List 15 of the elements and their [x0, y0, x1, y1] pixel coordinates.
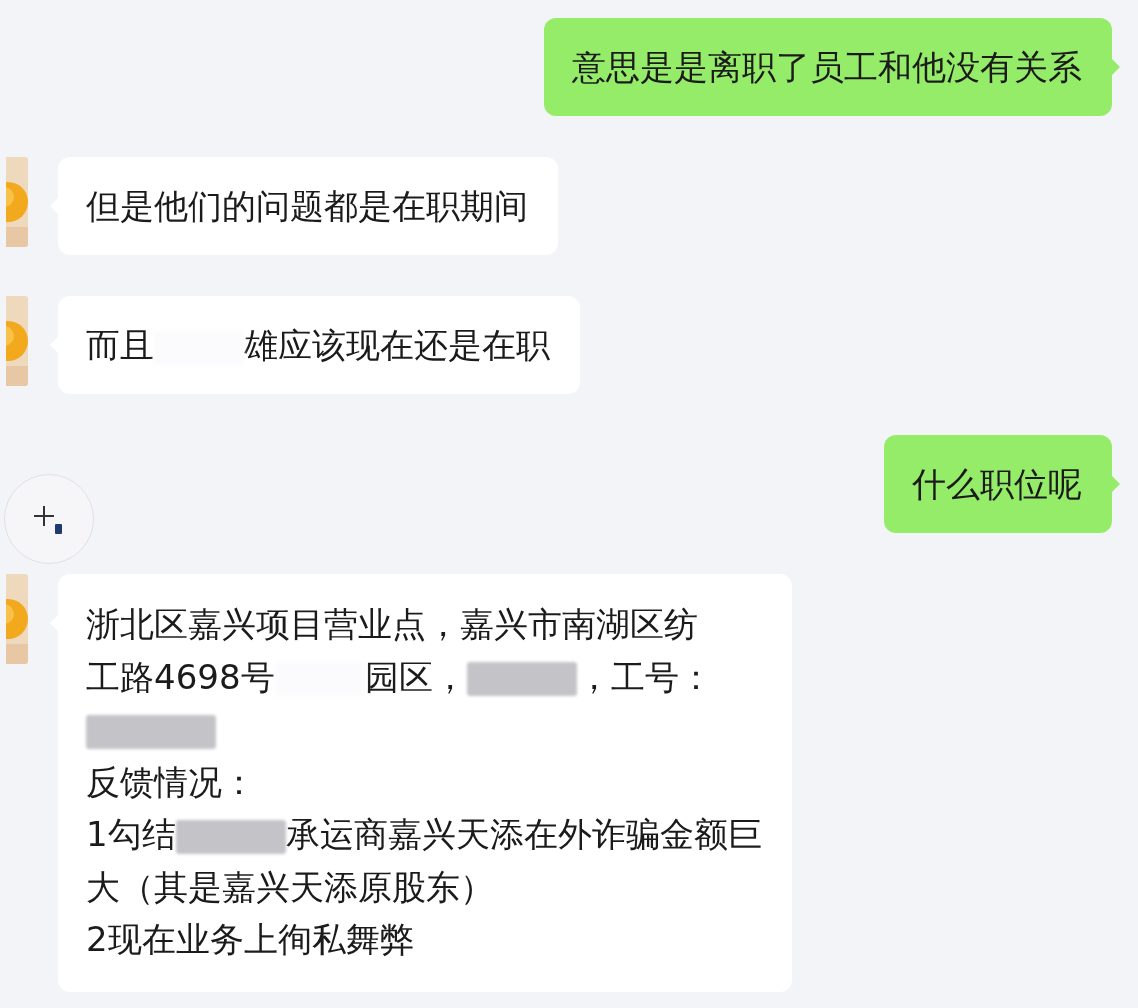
message-text: 承运商嘉兴天添在外诈骗金额巨 [285, 814, 762, 854]
message-text: 意思是是离职了员工和他没有关系 [572, 47, 1082, 87]
message-text: 1勾结 [86, 814, 176, 854]
message-text: 而且 [86, 325, 154, 365]
message-text: 雄应该现在还是在职 [244, 325, 550, 365]
plus-icon [34, 504, 64, 534]
message-text: 什么职位呢 [912, 464, 1082, 504]
message-text: 工路4698号 [86, 656, 275, 697]
message-text: 反馈情况： [86, 761, 256, 802]
message-text: ，工号： [576, 656, 713, 697]
message-text: 浙北区嘉兴项目营业点，嘉兴市南湖区纺 [86, 604, 698, 644]
message-text: 大（其是嘉兴天添原股东） [86, 866, 494, 907]
message-text: 园区， [364, 656, 467, 697]
message-text: 但是他们的问题都是在职期间 [86, 186, 528, 226]
message-text: 2现在业务上徇私舞弊 [86, 919, 414, 959]
